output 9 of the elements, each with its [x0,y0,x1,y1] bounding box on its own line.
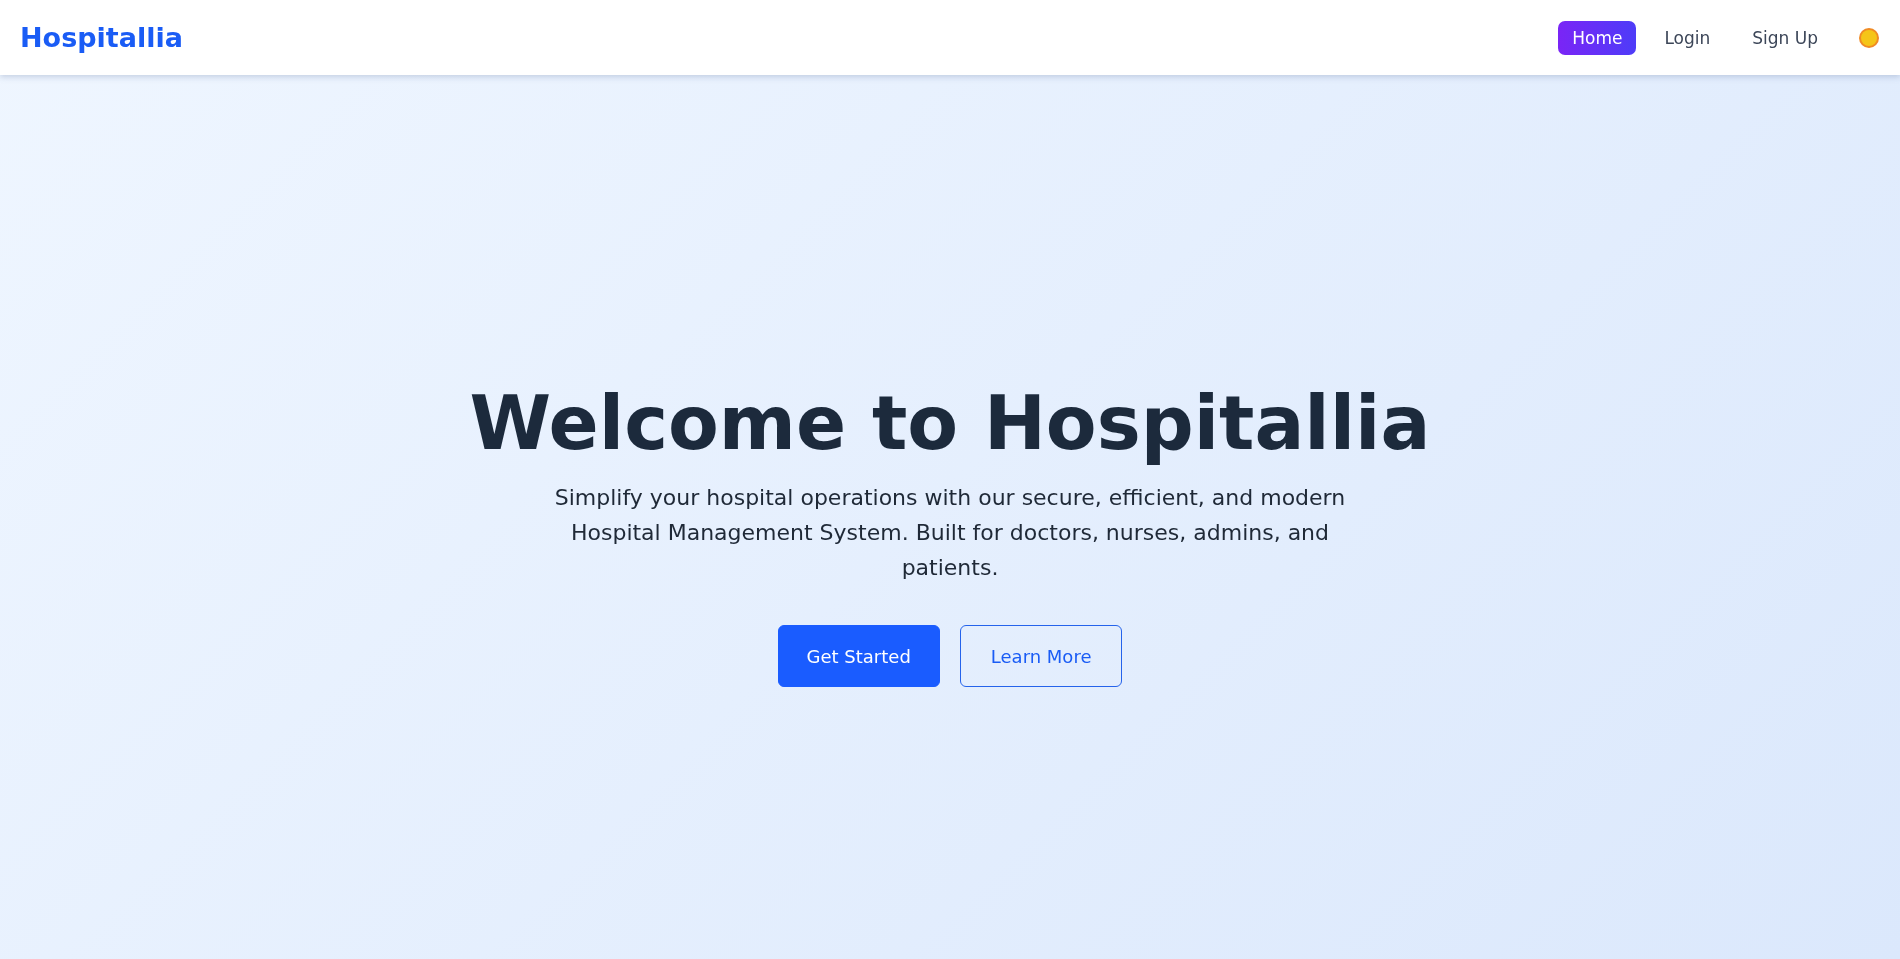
brand-logo-text[interactable]: Hospitallia [20,22,183,53]
nav-link[interactable]: Home [1558,20,1637,55]
nav-link[interactable]: Login [1650,20,1725,55]
hero-subtitle: Simplify your hospital operations with our secure, efficient, and modern Hospital Management System. Built for doctors, nurses, admins, and patients. [553,484,1347,582]
hero-title: Welcome to Hospitallia [469,380,1431,466]
get-started-button[interactable]: Get Started [777,625,940,687]
learn-more-button[interactable]: Learn More [959,625,1123,687]
sun-icon[interactable] [1858,26,1880,49]
nav-link[interactable]: Sign Up [1738,20,1832,55]
